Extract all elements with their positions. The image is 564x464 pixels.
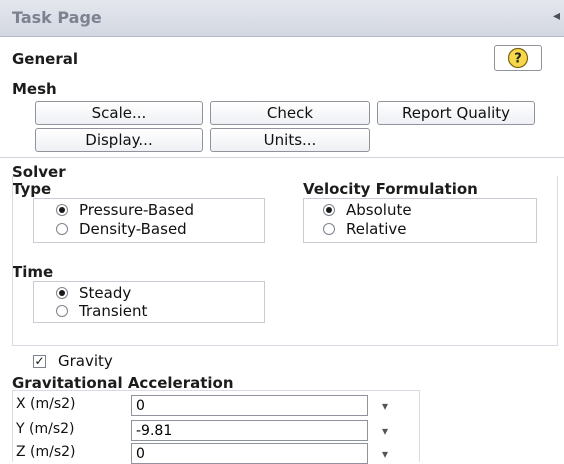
x-accel-input[interactable]: [131, 395, 368, 416]
collapse-arrow-icon[interactable]: ◂: [553, 8, 560, 24]
report-quality-button[interactable]: Report Quality: [377, 101, 535, 125]
solver-divider: [0, 157, 564, 158]
y-accel-label: Y (m/s2): [16, 421, 75, 437]
gravity-label: Gravity: [58, 352, 113, 370]
mesh-heading: Mesh: [12, 80, 57, 98]
general-heading: General: [12, 50, 78, 68]
display-button[interactable]: Display...: [35, 128, 203, 152]
help-icon: ?: [507, 47, 529, 69]
solver-section-frame: [12, 176, 558, 346]
scale-button[interactable]: Scale...: [35, 101, 203, 125]
task-page-header: Task Page ◂: [0, 0, 564, 37]
gravity-checkbox[interactable]: ✓ Gravity: [33, 352, 113, 370]
svg-text:?: ?: [514, 52, 522, 67]
task-page-title: Task Page: [12, 8, 102, 27]
y-accel-dropdown-icon[interactable]: ▾: [382, 425, 394, 437]
z-accel-label: Z (m/s2): [16, 444, 76, 460]
units-button[interactable]: Units...: [210, 128, 370, 152]
help-button[interactable]: ?: [494, 45, 542, 71]
x-accel-label: X (m/s2): [16, 396, 76, 412]
x-accel-dropdown-icon[interactable]: ▾: [382, 400, 394, 412]
check-button[interactable]: Check: [210, 101, 370, 125]
z-accel-dropdown-icon[interactable]: ▾: [382, 448, 394, 460]
y-accel-input[interactable]: [131, 420, 368, 441]
check-icon: ✓: [33, 353, 46, 368]
z-accel-input[interactable]: [131, 443, 368, 464]
